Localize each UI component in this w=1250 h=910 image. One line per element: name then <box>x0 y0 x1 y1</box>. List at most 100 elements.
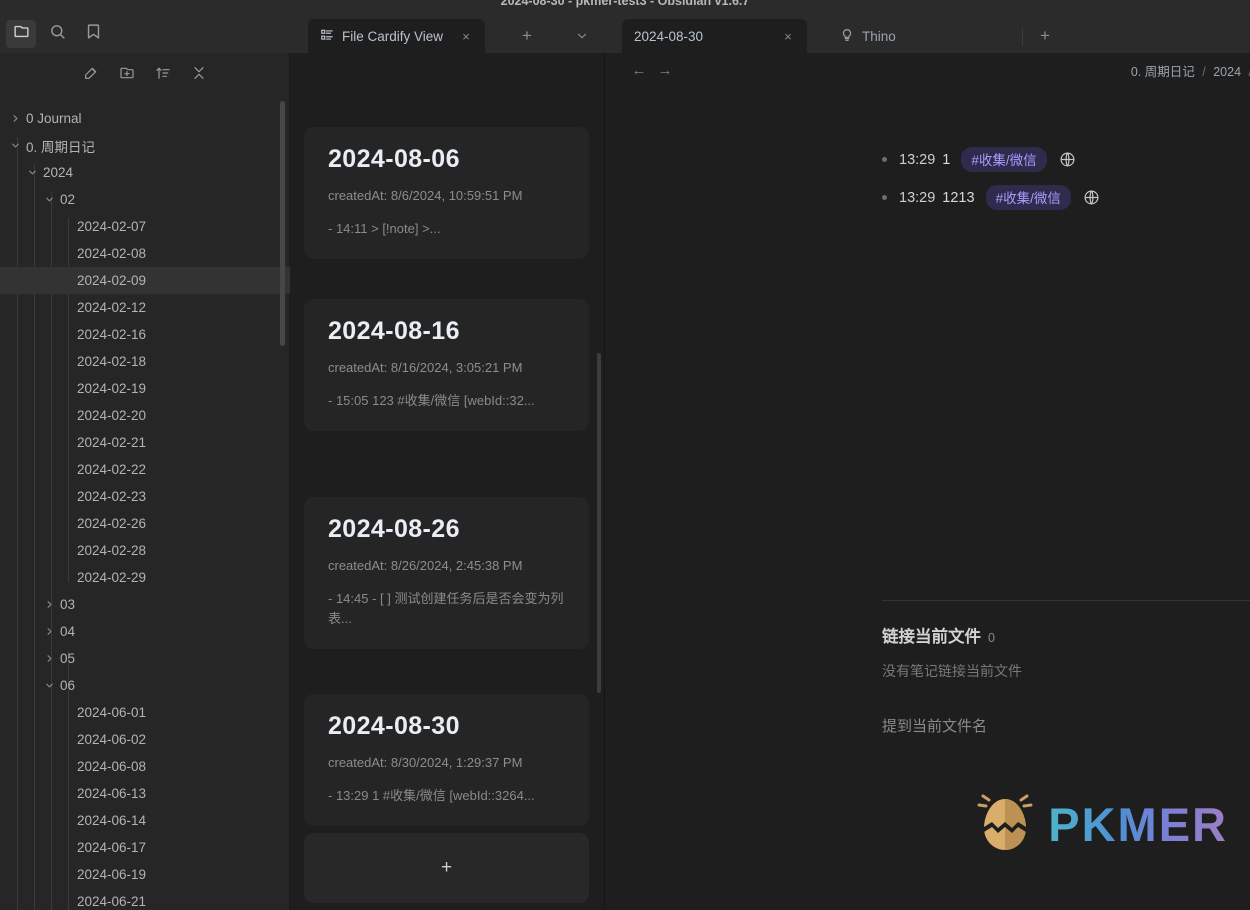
breadcrumb-item-1[interactable]: 2024 <box>1213 65 1241 79</box>
tree-row-label: 2024-02-08 <box>77 246 147 261</box>
tab-close-icon[interactable]: × <box>779 27 797 45</box>
chevron-right-icon[interactable] <box>40 653 58 664</box>
tree-file-row[interactable]: 2024-02-29 <box>0 564 290 591</box>
tree-folder-row[interactable]: 03 <box>0 591 290 618</box>
tree-file-row[interactable]: 2024-02-23 <box>0 483 290 510</box>
tab-thino[interactable]: Thino <box>828 19 906 53</box>
backlinks-panel: 链接当前文件 0 没有笔记链接当前文件 提到当前文件名 <box>882 600 1250 736</box>
bullet-icon <box>882 195 887 200</box>
tree-folder-row[interactable]: 0 Journal <box>0 105 290 132</box>
tree-row-label: 2024-02-28 <box>77 543 147 558</box>
tree-file-row[interactable]: 2024-06-17 <box>0 834 290 861</box>
sort-icon[interactable] <box>152 62 174 84</box>
chevron-right-icon[interactable] <box>6 113 24 124</box>
file-card-title: 2024-08-16 <box>328 317 460 345</box>
file-tree[interactable]: 0 Journal 0. 周期日记 2024 02 2024-02-07 2024-02-… <box>0 101 290 910</box>
tab-list-dropdown-left[interactable] <box>570 24 594 48</box>
globe-icon[interactable] <box>1059 151 1076 168</box>
tree-folder-row[interactable]: 0. 周期日记 <box>0 132 290 159</box>
memo-tag[interactable]: #收集/微信 <box>961 147 1047 172</box>
tree-folder-row[interactable]: 06 <box>0 672 290 699</box>
forward-icon[interactable]: → <box>652 57 678 83</box>
tree-file-row[interactable]: 2024-06-14 <box>0 807 290 834</box>
memo-item[interactable]: 13:29 1 #收集/微信 <box>882 147 1250 172</box>
tree-file-row[interactable]: 2024-02-19 <box>0 375 290 402</box>
chevron-right-icon[interactable] <box>40 599 58 610</box>
globe-icon[interactable] <box>1083 189 1100 206</box>
tab-2024-08-30[interactable]: 2024-08-30 × <box>622 19 808 53</box>
tree-file-row[interactable]: 2024-06-08 <box>0 753 290 780</box>
backlinks-empty-message: 没有笔记链接当前文件 <box>882 663 1022 679</box>
ribbon-item-files[interactable] <box>6 20 36 48</box>
file-card[interactable]: 2024-08-16 createdAt: 8/16/2024, 3:05:21 … <box>304 299 589 432</box>
chevron-right-icon[interactable] <box>40 626 58 637</box>
tab-label: Thino <box>862 28 896 44</box>
file-card-preview: - 15:05 123 #收集/微信 [webId::32... <box>328 393 535 408</box>
memo-tag[interactable]: #收集/微信 <box>985 185 1071 210</box>
tree-file-row[interactable]: 2024-02-12 <box>0 294 290 321</box>
tree-file-row[interactable]: 2024-02-26 <box>0 510 290 537</box>
tree-file-row[interactable]: 2024-02-16 <box>0 321 290 348</box>
tree-row-label: 2024-02-07 <box>77 219 147 234</box>
tree-row-label: 2024-02-12 <box>77 300 147 315</box>
tree-file-row[interactable]: 2024-06-21 <box>0 888 290 910</box>
tree-file-row[interactable]: 2024-02-28 <box>0 537 290 564</box>
file-card[interactable]: 2024-08-30 createdAt: 8/30/2024, 1:29:37 … <box>304 694 589 827</box>
file-card-title: 2024-08-30 <box>328 712 460 740</box>
file-card-created-at: createdAt: 8/26/2024, 2:45:38 PM <box>328 558 523 573</box>
tree-file-row[interactable]: 2024-02-08 <box>0 240 290 267</box>
back-icon[interactable]: ← <box>626 57 652 83</box>
editor-header: ← → 0. 周期日记 / 2024 / <box>606 53 1250 87</box>
tab-strip: File Cardify View × + 2024-08-30 × Thino… <box>0 15 1250 53</box>
tree-row-label: 05 <box>60 651 76 666</box>
tree-file-row[interactable]: 2024-02-21 <box>0 429 290 456</box>
unlinked-mentions-header[interactable]: 提到当前文件名 <box>882 715 1250 736</box>
cardpane-scrollbar[interactable] <box>597 353 601 693</box>
tab-close-icon[interactable]: × <box>457 27 475 45</box>
new-tab-button-left[interactable]: + <box>515 24 539 48</box>
tree-file-row[interactable]: 2024-02-07 <box>0 213 290 240</box>
chevron-down-icon[interactable] <box>40 194 58 205</box>
tree-folder-row[interactable]: 05 <box>0 645 290 672</box>
chevron-down-icon[interactable] <box>40 680 58 691</box>
list-layout-icon <box>320 28 334 45</box>
pkmer-logo-text: PKMER <box>1048 798 1228 851</box>
ribbon-item-bookmarks[interactable] <box>78 20 108 48</box>
file-card[interactable]: 2024-08-26 createdAt: 8/26/2024, 2:45:38 … <box>304 497 589 650</box>
breadcrumb-item-0[interactable]: 0. 周期日记 <box>1131 65 1195 79</box>
tree-row-label: 0. 周期日记 <box>26 139 96 155</box>
tree-row-label: 2024-06-21 <box>77 894 147 909</box>
window-titlebar: 2024-08-30 - pkmer-test3 - Obsidian v1.6… <box>0 0 1250 15</box>
new-note-icon[interactable] <box>80 62 102 84</box>
file-card[interactable]: 2024-08-06 createdAt: 8/6/2024, 10:59:51 … <box>304 127 589 260</box>
add-card-button[interactable]: + <box>304 833 589 903</box>
tree-file-row[interactable]: 2024-02-09 <box>0 267 290 294</box>
ribbon-item-search[interactable] <box>42 20 72 48</box>
file-cardify-pane: 2024-08-06 createdAt: 8/6/2024, 10:59:51 … <box>290 53 605 910</box>
new-tab-button-right[interactable]: + <box>1033 24 1057 48</box>
window-title: 2024-08-30 - pkmer-test3 - Obsidian v1.6… <box>500 0 750 8</box>
tree-file-row[interactable]: 2024-06-19 <box>0 861 290 888</box>
chevron-down-icon[interactable] <box>6 140 24 151</box>
tree-folder-row[interactable]: 04 <box>0 618 290 645</box>
tree-file-row[interactable]: 2024-06-13 <box>0 780 290 807</box>
backlinks-count: 0 <box>988 631 995 645</box>
tree-row-label: 2024-02-26 <box>77 516 147 531</box>
tree-row-label: 0 Journal <box>26 111 82 126</box>
tree-file-row[interactable]: 2024-06-02 <box>0 726 290 753</box>
tree-folder-row[interactable]: 2024 <box>0 159 290 186</box>
breadcrumb[interactable]: 0. 周期日记 / 2024 / <box>1131 61 1250 80</box>
tab-file-cardify-view[interactable]: File Cardify View × <box>308 19 486 53</box>
tree-file-row[interactable]: 2024-02-18 <box>0 348 290 375</box>
tree-file-row[interactable]: 2024-02-20 <box>0 402 290 429</box>
backlinks-title: 链接当前文件 0 <box>882 623 1250 647</box>
collapse-all-icon[interactable] <box>188 62 210 84</box>
tree-file-row[interactable]: 2024-02-22 <box>0 456 290 483</box>
tree-folder-row[interactable]: 02 <box>0 186 290 213</box>
new-folder-icon[interactable] <box>116 62 138 84</box>
tree-row-label: 2024-06-13 <box>77 786 147 801</box>
sidebar-scrollbar[interactable] <box>280 101 285 346</box>
memo-item[interactable]: 13:29 1213 #收集/微信 <box>882 185 1250 210</box>
chevron-down-icon[interactable] <box>23 167 41 178</box>
tree-file-row[interactable]: 2024-06-01 <box>0 699 290 726</box>
